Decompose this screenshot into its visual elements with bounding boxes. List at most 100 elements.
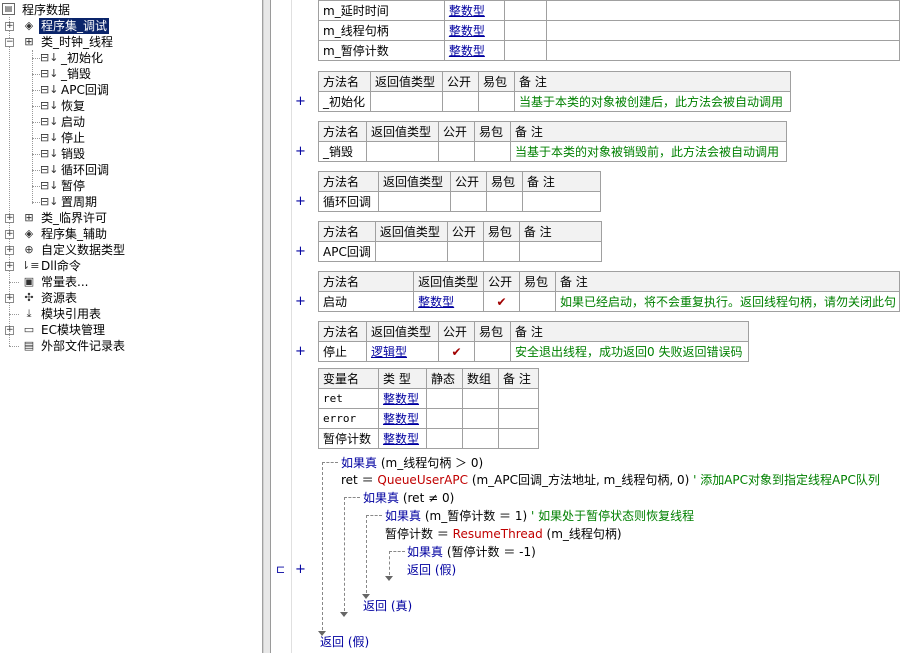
expand-icon[interactable]: +	[5, 294, 14, 303]
collapse-icon[interactable]: −	[5, 38, 14, 47]
local-var-static[interactable]	[426, 428, 463, 449]
code-line-if-handle[interactable]: 如果真 (m_线程句柄 ＞ 0)	[341, 455, 483, 471]
col-header: 方法名	[318, 171, 379, 192]
col-header: 公开	[438, 121, 475, 142]
method-public[interactable]	[442, 91, 479, 112]
method-note[interactable]: 当基于本类的对象被创建后，此方法会被自动调用	[514, 91, 791, 112]
method-table-apc-callback: 方法名 返回值类型 公开 易包 备 注 APC回调	[318, 221, 602, 262]
local-var-array[interactable]	[462, 388, 499, 409]
method-icon: ⊟↓	[40, 195, 59, 208]
method-name[interactable]: _初始化	[318, 91, 371, 112]
code-line-resume-thread[interactable]: 暂停计数 ＝ ResumeThread (m_线程句柄)	[385, 526, 622, 542]
code-line-return-true[interactable]: 返回 (真)	[363, 598, 412, 614]
local-var-type[interactable]: 整数型	[378, 388, 427, 409]
breakpoint-marker-icon[interactable]: ⊏	[276, 563, 285, 576]
local-var-array[interactable]	[462, 428, 499, 449]
method-return-type[interactable]	[378, 191, 451, 212]
var-note[interactable]	[545, 0, 900, 21]
tree-item-label: 类_时钟_线程	[41, 35, 114, 49]
method-note[interactable]: 如果已经启动，将不会重复执行。返回线程句柄，请勿关闭此句	[554, 291, 900, 312]
expand-method-icon[interactable]: +	[295, 95, 306, 109]
method-easy[interactable]	[474, 141, 511, 162]
expand-icon[interactable]: +	[5, 262, 14, 271]
local-var-array[interactable]	[462, 408, 499, 429]
local-var-note[interactable]	[498, 388, 539, 409]
table-row: APC回调	[318, 241, 602, 262]
expand-method-icon[interactable]: +	[295, 295, 306, 309]
method-name[interactable]: _销毁	[318, 141, 367, 162]
local-var-name[interactable]: 暂停计数	[318, 428, 379, 449]
var-name[interactable]: m_线程句柄	[318, 20, 445, 41]
table-row: _销毁 当基于本类的对象被销毁前，此方法会被自动调用	[318, 141, 787, 162]
method-note[interactable]	[518, 241, 602, 262]
tree-item-label: _初始化	[61, 51, 104, 65]
code-line-return-false-outer[interactable]: 返回 (假)	[320, 634, 369, 650]
code-line-if-ret[interactable]: 如果真 (ret ≠ 0)	[363, 490, 454, 506]
method-note[interactable]: 当基于本类的对象被销毁前，此方法会被自动调用	[510, 141, 787, 162]
method-easy[interactable]	[519, 291, 556, 312]
col-header: 备 注	[518, 221, 602, 242]
expand-method-icon[interactable]: +	[295, 345, 306, 359]
var-name[interactable]: m_延时时间	[318, 0, 445, 21]
var-cell[interactable]	[503, 0, 547, 21]
method-return-type[interactable]: 逻辑型	[366, 341, 439, 362]
expand-icon[interactable]: +	[5, 22, 14, 31]
expand-code-icon[interactable]: +	[295, 563, 306, 577]
code-line-if-pause[interactable]: 如果真 (m_暂停计数 ＝ 1) ' 如果处于暂停状态则恢复线程	[385, 508, 694, 524]
expand-icon[interactable]: +	[5, 246, 14, 255]
local-var-note[interactable]	[498, 408, 539, 429]
constant-icon: ▣	[23, 275, 35, 288]
expand-icon[interactable]: +	[5, 230, 14, 239]
method-public-check[interactable]: ✔	[483, 291, 521, 312]
var-type[interactable]: 整数型	[443, 40, 505, 61]
method-name[interactable]: 启动	[317, 291, 415, 312]
method-return-type[interactable]	[366, 141, 439, 162]
var-type[interactable]: 整数型	[443, 20, 505, 41]
method-name[interactable]: 停止	[318, 341, 367, 362]
local-var-type[interactable]: 整数型	[378, 428, 427, 449]
method-icon: ⊟↓	[40, 163, 59, 176]
method-public[interactable]	[446, 241, 484, 262]
method-public[interactable]	[450, 191, 487, 212]
var-cell[interactable]	[503, 40, 547, 61]
table-row: 停止 逻辑型 ✔ 安全退出线程，成功返回0 失败返回错误码	[318, 341, 749, 362]
expand-icon[interactable]: +	[5, 214, 14, 223]
method-name[interactable]: APC回调	[318, 241, 376, 262]
local-var-name[interactable]: error	[318, 408, 379, 429]
method-public-check[interactable]: ✔	[438, 341, 475, 362]
var-type[interactable]: 整数型	[443, 0, 505, 21]
var-name[interactable]: m_暂停计数	[318, 40, 445, 61]
method-note[interactable]	[522, 191, 601, 212]
local-var-name[interactable]: ret	[318, 388, 379, 409]
var-note[interactable]	[545, 20, 900, 41]
local-var-static[interactable]	[426, 388, 463, 409]
var-note[interactable]	[545, 40, 900, 61]
method-note[interactable]: 安全退出线程，成功返回0 失败返回错误码	[510, 341, 749, 362]
local-var-static[interactable]	[426, 408, 463, 429]
method-easy[interactable]	[486, 191, 523, 212]
table-header-row: 方法名 返回值类型 公开 易包 备 注	[318, 121, 787, 142]
local-var-note[interactable]	[498, 428, 539, 449]
method-return-type[interactable]: 整数型	[413, 291, 485, 312]
method-easy[interactable]	[474, 341, 511, 362]
col-header: 易包	[486, 171, 523, 192]
col-header: 返回值类型	[366, 121, 439, 142]
method-return-type[interactable]	[374, 241, 448, 262]
method-name[interactable]: 循环回调	[318, 191, 379, 212]
code-line-queue-apc[interactable]: ret ＝ QueueUserAPC (m_APC回调_方法地址, m_线程句柄…	[341, 472, 880, 488]
expand-method-icon[interactable]: +	[295, 195, 306, 209]
method-easy[interactable]	[478, 91, 515, 112]
local-var-type[interactable]: 整数型	[378, 408, 427, 429]
code-function: QueueUserAPC	[377, 473, 468, 487]
expand-method-icon[interactable]: +	[295, 245, 306, 259]
var-cell[interactable]	[503, 20, 547, 41]
method-easy[interactable]	[482, 241, 520, 262]
method-public[interactable]	[438, 141, 475, 162]
code-expr: (m_线程句柄)	[542, 527, 622, 541]
code-line-if-fail[interactable]: 如果真 (暂停计数 ＝ -1)	[407, 544, 536, 560]
splitter[interactable]	[263, 0, 271, 653]
expand-method-icon[interactable]: +	[295, 145, 306, 159]
method-return-type[interactable]	[370, 91, 443, 112]
tree-item-label: EC模块管理	[41, 323, 105, 337]
code-line-return-false[interactable]: 返回 (假)	[407, 562, 456, 578]
